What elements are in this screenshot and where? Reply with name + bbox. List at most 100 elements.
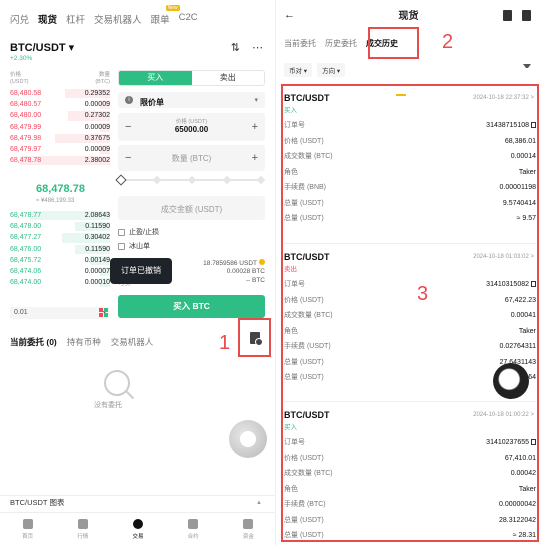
- info-icon[interactable]: i: [125, 96, 133, 104]
- chevron-down-icon: ▾: [68, 42, 75, 54]
- nav-home[interactable]: 首页: [8, 513, 48, 545]
- tab-open-orders[interactable]: 当前委托 (0): [10, 336, 57, 348]
- pair-selector[interactable]: BTC/USDT ▾: [10, 41, 74, 54]
- orderbook-price: 68,478.77: [10, 212, 42, 219]
- annotation-number-2: 2: [442, 31, 454, 53]
- nav-wallet[interactable]: 资金: [228, 513, 268, 545]
- iceberg-checkbox[interactable]: 冰山单: [118, 241, 150, 251]
- side-filter[interactable]: 方向 ▾: [317, 63, 346, 77]
- orderbook-row[interactable]: 68,480.57 0.00009: [10, 99, 110, 110]
- tab-bots[interactable]: 交易机器人: [111, 336, 154, 348]
- nav-home-label: 首页: [22, 534, 34, 540]
- orderbook-qty: 0.29352: [84, 90, 110, 97]
- orderbook-price: 68,478.00: [10, 223, 42, 231]
- orderbook-layout-icon[interactable]: [99, 308, 108, 317]
- slider-step-25[interactable]: [152, 175, 162, 185]
- orderbook-row[interactable]: 68,477.27 0.30402: [10, 232, 110, 243]
- depth-selector[interactable]: 0.01▾: [10, 307, 110, 319]
- tab-spot[interactable]: 现货: [38, 12, 57, 26]
- export-icon[interactable]: [503, 10, 512, 21]
- orderbook-qty: 0.00149: [84, 256, 110, 264]
- price-input[interactable]: − 价格 (USDT) 65000.00 +: [118, 113, 265, 141]
- tab-order-history[interactable]: 历史委托: [325, 38, 357, 49]
- filter-icon[interactable]: [523, 64, 531, 72]
- new-badge: New: [165, 5, 180, 11]
- tab-c2c[interactable]: C2C: [179, 12, 198, 26]
- nav-markets[interactable]: 行情: [63, 513, 103, 545]
- slider-step-75[interactable]: [222, 175, 232, 185]
- orderbook-row[interactable]: 68,479.97 0.00009: [10, 144, 110, 155]
- orderbook-price: 68,477.27: [10, 234, 42, 242]
- plus-icon[interactable]: +: [252, 121, 258, 133]
- more-icon[interactable]: ⋯: [252, 41, 263, 54]
- orderbook-qty: 0.00009: [84, 123, 110, 131]
- orderbook-row[interactable]: 68,480.00 0.27302: [10, 110, 110, 121]
- annotation-box-2: [368, 27, 419, 59]
- annotation-number-1: 1: [219, 332, 231, 354]
- orderbook-row[interactable]: 68,475.72 0.00149: [10, 255, 110, 266]
- orders-tabs: 当前委托 (0) 持有币种 交易机器人: [10, 336, 153, 348]
- orderbook-bids: 68,478.77 2.08643 68,478.00 0.11590 68,477.2…: [10, 210, 110, 288]
- iceberg-label: 冰山单: [129, 243, 150, 250]
- nav-wallet-label: 资金: [242, 534, 254, 540]
- floating-assist-button[interactable]: [229, 420, 267, 458]
- add-funds-icon[interactable]: [259, 259, 265, 265]
- tab-holdings[interactable]: 持有币种: [67, 336, 101, 348]
- tp-sl-label: 止盈/止损: [129, 229, 159, 236]
- orderbook-asks: 68,480.58 0.29352 68,480.57 0.00009 68,480.0…: [10, 88, 110, 166]
- sell-tab[interactable]: 卖出: [191, 71, 264, 85]
- checkbox[interactable]: [118, 228, 125, 236]
- candlestick-icon[interactable]: ⇅: [231, 41, 240, 54]
- chart-toggle[interactable]: BTC/USDT 图表 ▲: [0, 495, 275, 509]
- orderbook-price: 68,476.00: [10, 245, 42, 253]
- pair-filter[interactable]: 币对 ▾: [284, 63, 313, 77]
- buy-tab[interactable]: 买入: [119, 71, 192, 85]
- mid-price: 68,478.78: [36, 183, 85, 195]
- gear-icon[interactable]: [522, 10, 531, 21]
- quantity-input[interactable]: − 数量 (BTC) +: [118, 145, 265, 171]
- home-icon: [22, 519, 33, 529]
- slider-step-50[interactable]: [187, 175, 197, 185]
- orderbook-row[interactable]: 68,474.06 0.00007: [10, 266, 110, 277]
- orderbook-row[interactable]: 68,479.99 0.00009: [10, 122, 110, 133]
- annotation-box-1: [238, 318, 271, 357]
- orderbook-price: 68,479.97: [10, 145, 42, 153]
- orderbook-row[interactable]: 68,474.00 0.00010: [10, 277, 110, 288]
- price-input-value: 65000.00: [174, 125, 209, 134]
- orderbook-row[interactable]: 68,476.00 0.11590: [10, 244, 110, 255]
- tab-trading-bots[interactable]: 交易机器人: [94, 12, 142, 26]
- orderbook-row[interactable]: 68,478.77 2.08643: [10, 210, 110, 221]
- header-icons: ⇅ ⋯: [231, 41, 263, 54]
- annotation-box-3: [281, 84, 539, 542]
- tab-copy-trading[interactable]: 跟单 New: [151, 5, 180, 26]
- plus-icon[interactable]: +: [252, 152, 258, 164]
- tp-sl-checkbox[interactable]: 止盈/止损: [118, 227, 159, 237]
- nav-futures[interactable]: 合约: [173, 513, 213, 545]
- price-change: +2.30%: [10, 55, 33, 62]
- orderbook-row[interactable]: 68,478.78 2.38002: [10, 155, 110, 166]
- buy-btc-button[interactable]: 买入 BTC: [118, 295, 265, 318]
- slider-knob[interactable]: [115, 174, 127, 186]
- orderbook-header: 价格 (USDT) 数量 (BTC): [10, 72, 110, 85]
- tab-margin[interactable]: 杠杆: [66, 12, 85, 26]
- bottom-nav: 首页 行情 交易 合约 资金: [0, 512, 275, 545]
- amount-slider[interactable]: [115, 174, 266, 186]
- orderbook-row[interactable]: 68,478.00 0.11590: [10, 221, 110, 232]
- total-input[interactable]: 成交金额 (USDT): [118, 196, 265, 220]
- futures-icon: [188, 519, 199, 529]
- wallet-icon: [243, 519, 254, 529]
- tab-convert[interactable]: 闪兑: [10, 12, 29, 26]
- orderbook-row[interactable]: 68,480.58 0.29352: [10, 88, 110, 99]
- nav-trade[interactable]: 交易: [118, 513, 158, 545]
- qty-column-header: 数量 (BTC): [95, 72, 110, 85]
- order-type-select[interactable]: i 限价单 ▾: [118, 92, 265, 108]
- orderbook-price: 68,479.99: [10, 123, 42, 131]
- slider-step-100[interactable]: [256, 175, 266, 185]
- checkbox[interactable]: [118, 242, 125, 250]
- available-btc: 0.00028 BTC: [226, 268, 265, 275]
- orderbook-row[interactable]: 68,479.98 0.37675: [10, 133, 110, 144]
- orderbook-qty: 0.37675: [84, 134, 110, 142]
- quantity-placeholder: 数量 (BTC): [171, 154, 212, 163]
- annotation-number-3: 3: [417, 283, 429, 305]
- tab-open-orders[interactable]: 当前委托: [284, 38, 316, 49]
